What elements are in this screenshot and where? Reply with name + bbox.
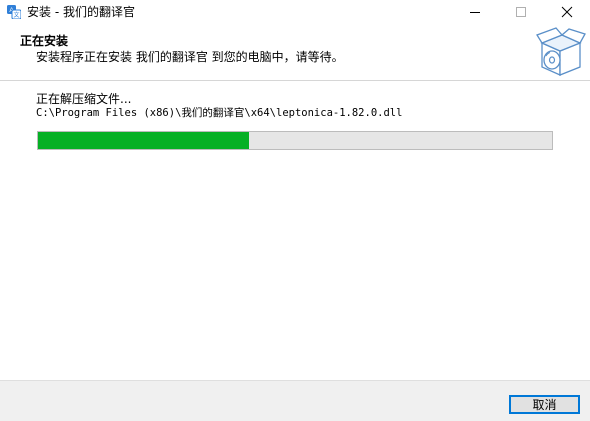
translate-app-icon: A 文 — [7, 5, 21, 19]
close-icon — [561, 6, 573, 18]
page-subtitle: 安装程序正在安装 我们的翻译官 到您的电脑中，请等待。 — [36, 50, 344, 64]
current-file-path: C:\Program Files (x86)\我们的翻译官\x64\lepton… — [36, 107, 403, 119]
cancel-button[interactable]: 取消 — [509, 395, 580, 414]
close-button[interactable] — [544, 0, 590, 25]
svg-text:文: 文 — [13, 11, 19, 19]
title-bar: A 文 安装 - 我们的翻译官 — [0, 0, 590, 25]
progress-fill — [38, 132, 249, 149]
maximize-icon — [516, 7, 526, 17]
maximize-button[interactable] — [498, 0, 544, 25]
minimize-icon — [470, 12, 480, 13]
install-progress-bar — [37, 131, 553, 150]
minimize-button[interactable] — [452, 0, 498, 25]
status-text: 正在解压缩文件... — [36, 92, 132, 106]
header-divider — [0, 80, 590, 81]
wizard-footer: 取消 — [0, 380, 590, 421]
window-title: 安装 - 我们的翻译官 — [27, 5, 135, 19]
wizard-header: 正在安装 安装程序正在安装 我们的翻译官 到您的电脑中，请等待。 — [0, 25, 590, 80]
page-title: 正在安装 — [20, 34, 69, 48]
installer-box-icon — [536, 27, 586, 77]
